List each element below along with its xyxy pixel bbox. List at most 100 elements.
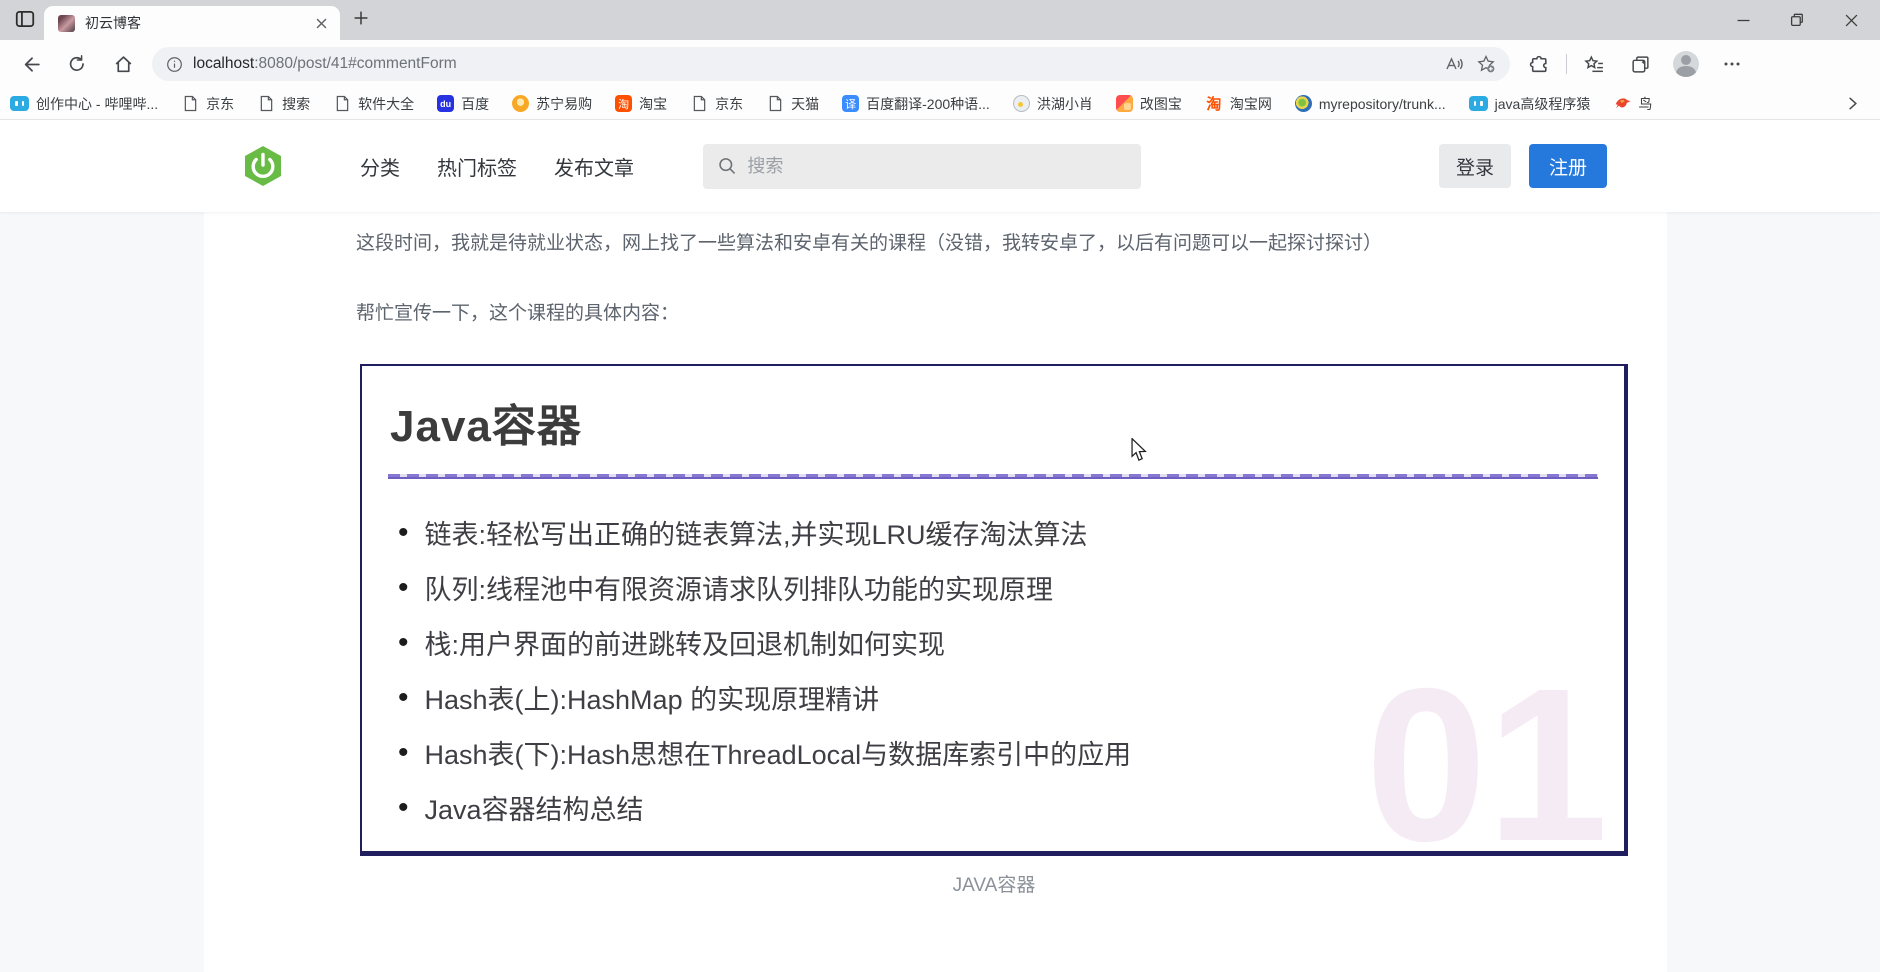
post-paragraph: 这段时间，我就是待就业状态，网上找了一些算法和安卓有关的课程（没错，我转安卓了，… bbox=[356, 233, 1383, 254]
back-button[interactable] bbox=[12, 45, 50, 83]
bookmark-label: 淘宝网 bbox=[1229, 95, 1272, 112]
nav-hot-tags[interactable]: 热门标签 bbox=[437, 152, 517, 181]
register-button[interactable]: 注册 bbox=[1529, 144, 1607, 188]
taobao-text-icon: 淘 bbox=[1206, 96, 1222, 113]
bookmark-label: 改图宝 bbox=[1139, 95, 1182, 112]
image-caption: JAVA容器 bbox=[952, 875, 1036, 896]
toolbar-separator bbox=[1566, 54, 1567, 74]
site-logo[interactable] bbox=[241, 144, 285, 188]
post-content-card: 这段时间，我就是待就业状态，网上找了一些算法和安卓有关的课程（没错，我转安卓了，… bbox=[204, 212, 1667, 972]
course-divider-line bbox=[388, 474, 1598, 479]
bookmark-item[interactable]: 洪湖小肖 bbox=[1012, 94, 1093, 114]
bookmark-item[interactable]: java高级程序猿 bbox=[1468, 94, 1590, 114]
bookmark-item[interactable]: 淘 淘宝 bbox=[615, 94, 667, 114]
bookmark-label: 淘宝 bbox=[639, 95, 668, 112]
repository-icon bbox=[1294, 95, 1312, 112]
bookmark-item[interactable]: 京东 bbox=[181, 94, 234, 114]
puzzle-icon bbox=[1529, 55, 1547, 72]
course-slide-title: Java容器 bbox=[390, 402, 582, 451]
url-host: localhost bbox=[193, 55, 255, 72]
site-header: 分类 热门标签 发布文章 登录 注册 bbox=[0, 120, 1880, 212]
bookmark-item[interactable]: 鸟 bbox=[1613, 94, 1652, 114]
bookmark-label: 洪湖小肖 bbox=[1036, 95, 1093, 112]
profile-button[interactable] bbox=[1667, 45, 1705, 83]
read-aloud-icon bbox=[1446, 57, 1463, 70]
tab-close-icon[interactable] bbox=[312, 14, 330, 32]
page-icon bbox=[766, 95, 784, 113]
bookmark-item[interactable]: 京东 bbox=[690, 94, 743, 114]
favorites-star-list-icon bbox=[1583, 54, 1603, 72]
page-icon bbox=[690, 95, 708, 113]
bookmark-item[interactable]: 改图宝 bbox=[1115, 94, 1182, 114]
favorites-button[interactable] bbox=[1575, 45, 1613, 83]
bookmark-item[interactable]: 苏宁易购 bbox=[512, 94, 592, 114]
bookmark-label: 创作中心 - 哔哩哔... bbox=[36, 95, 159, 112]
baidu-translate-icon: 译 bbox=[842, 95, 860, 112]
bilibili-icon bbox=[10, 96, 29, 111]
bookmark-item[interactable]: 天猫 bbox=[766, 94, 819, 114]
address-bar[interactable]: localhost:8080/post/41#commentForm bbox=[152, 47, 1510, 81]
browser-tab-active[interactable]: 初云博客 bbox=[44, 6, 340, 40]
collections-button[interactable] bbox=[1621, 45, 1659, 83]
bookmark-item[interactable]: 淘 淘宝网 bbox=[1205, 94, 1272, 114]
search-box[interactable] bbox=[703, 143, 1141, 189]
bookmark-label: 鸟 bbox=[1638, 95, 1653, 112]
restore-button[interactable] bbox=[1782, 5, 1812, 35]
course-bullet: 链表:轻松写出正确的链表算法,并实现LRU缓存淘汰算法 bbox=[398, 505, 1624, 560]
minimize-button[interactable] bbox=[1728, 5, 1758, 35]
bookmark-label: 软件大全 bbox=[358, 95, 415, 112]
profile-avatar bbox=[1673, 51, 1699, 77]
course-bullet: Java容器结构总结 bbox=[398, 780, 1624, 835]
browser-tab-strip: 初云博客 bbox=[0, 0, 1880, 40]
spring-boot-logo-icon bbox=[245, 146, 281, 186]
search-icon bbox=[719, 158, 736, 174]
star-add-icon bbox=[1477, 54, 1495, 73]
nav-categories[interactable]: 分类 bbox=[360, 152, 400, 181]
bookmark-item[interactable]: du 百度 bbox=[437, 94, 489, 114]
course-bullet: 队列:线程池中有限资源请求队列排队功能的实现原理 bbox=[398, 560, 1624, 615]
read-aloud-button[interactable] bbox=[1438, 48, 1470, 80]
home-icon bbox=[115, 55, 131, 72]
window-controls bbox=[1728, 0, 1872, 40]
bookmark-label: 天猫 bbox=[791, 95, 820, 112]
site-info-icon[interactable] bbox=[166, 56, 183, 73]
nav-publish-article[interactable]: 发布文章 bbox=[554, 152, 634, 181]
bookmarks-bar: 创作中心 - 哔哩哔... 京东 搜索 软件大全 du 百度 苏宁易购 淘 淘宝… bbox=[0, 88, 1880, 120]
bookmark-item[interactable]: 译 百度翻译-200种语... bbox=[842, 94, 990, 114]
refresh-button[interactable] bbox=[58, 45, 96, 83]
post-paragraph: 帮忙宣传一下，这个课程的具体内容： bbox=[356, 302, 680, 324]
chevron-right-icon bbox=[1849, 97, 1857, 110]
new-tab-button[interactable] bbox=[346, 3, 376, 33]
bookmarks-overflow-button[interactable] bbox=[1843, 94, 1862, 113]
url-path: :8080/post/41#commentForm bbox=[254, 55, 457, 72]
mouse-cursor bbox=[1128, 438, 1150, 462]
gaitubao-icon bbox=[1115, 95, 1133, 112]
bookmark-label: 搜索 bbox=[282, 95, 311, 112]
login-button[interactable]: 登录 bbox=[1439, 144, 1511, 188]
bookmark-label: 苏宁易购 bbox=[536, 95, 593, 112]
bookmark-item[interactable]: 搜索 bbox=[257, 94, 310, 114]
course-slide-image: Java容器 链表:轻松写出正确的链表算法,并实现LRU缓存淘汰算法 队列:线程… bbox=[360, 364, 1628, 856]
add-favorite-button[interactable] bbox=[1470, 48, 1502, 80]
back-icon bbox=[24, 56, 40, 72]
search-input[interactable] bbox=[747, 155, 1127, 177]
suning-lion-icon bbox=[512, 95, 530, 112]
bookmark-item[interactable]: 软件大全 bbox=[333, 94, 414, 114]
three-dots-icon bbox=[1724, 62, 1740, 66]
plus-icon bbox=[354, 11, 368, 25]
close-window-button[interactable] bbox=[1836, 5, 1866, 35]
home-button[interactable] bbox=[104, 45, 142, 83]
refresh-icon bbox=[69, 55, 84, 71]
vertical-tabs-icon bbox=[14, 8, 36, 30]
bookmark-item[interactable]: myrepository/trunk... bbox=[1294, 95, 1446, 112]
toolbar-right-icons bbox=[1520, 45, 1751, 83]
bookmark-label: 百度翻译-200种语... bbox=[866, 95, 990, 112]
bookmark-item[interactable]: 创作中心 - 哔哩哔... bbox=[10, 94, 158, 114]
extensions-button[interactable] bbox=[1520, 45, 1558, 83]
settings-menu-button[interactable] bbox=[1713, 45, 1751, 83]
baidu-icon: du bbox=[437, 95, 455, 112]
page-icon bbox=[333, 95, 351, 113]
url-text[interactable]: localhost:8080/post/41#commentForm bbox=[193, 55, 457, 73]
tab-actions-menu-button[interactable] bbox=[8, 2, 42, 36]
taobao-icon: 淘 bbox=[615, 95, 633, 112]
